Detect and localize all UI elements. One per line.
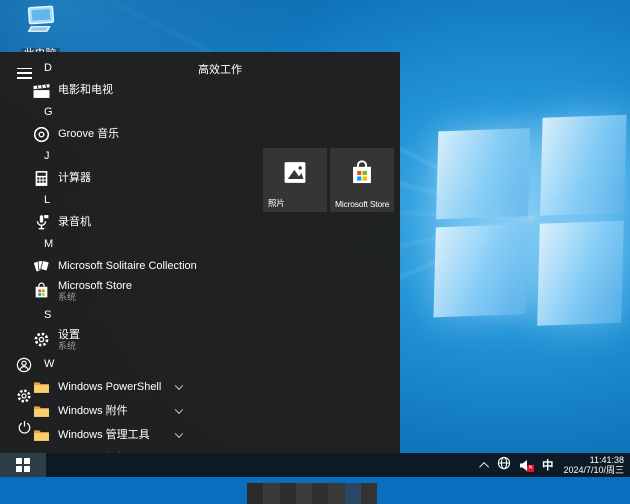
app-item-label: 录音机 <box>58 216 91 228</box>
app-item-label: Microsoft Solitaire Collection <box>58 260 197 272</box>
taskbar: ✕ 中 11:41:38 2024/7/10/周三 <box>0 453 630 477</box>
watermark-block <box>361 483 378 504</box>
volume-muted-icon: ✕ <box>519 458 534 472</box>
gear-icon <box>16 388 32 409</box>
user-account-button[interactable] <box>0 352 48 383</box>
app-item-label: Groove 音乐 <box>58 128 120 140</box>
power-icon <box>17 420 32 440</box>
mute-badge: ✕ <box>526 465 534 472</box>
ime-indicator[interactable]: 中 <box>542 453 554 477</box>
app-item-label: Windows 管理工具 <box>58 429 150 441</box>
computer-icon <box>21 5 59 43</box>
app-item-label: Windows PowerShell <box>58 381 162 393</box>
start-button[interactable] <box>0 453 46 477</box>
system-tray: ✕ 中 11:41:38 2024/7/10/周三 <box>479 453 630 477</box>
watermark-block <box>279 483 296 504</box>
tile-grid: 照片 Microsoft Store <box>263 148 394 212</box>
logo-pane <box>537 220 624 326</box>
clock-date: 2024/7/10/周三 <box>563 465 624 475</box>
watermark-block <box>312 483 329 504</box>
app-item-label: Microsoft Store <box>58 279 132 292</box>
app-item-sublabel: 系统 <box>58 291 77 302</box>
tile-group-header[interactable]: 高效工作 <box>198 61 242 77</box>
network-status-button[interactable] <box>497 453 511 477</box>
chevron-down-icon[interactable] <box>174 405 184 415</box>
chevron-up-icon <box>479 461 489 472</box>
logo-pane <box>436 128 531 220</box>
power-button[interactable] <box>0 414 48 445</box>
hamburger-icon <box>16 67 32 79</box>
tray-overflow-button[interactable] <box>479 453 489 477</box>
app-item-label: 计算器 <box>58 172 91 184</box>
tile-label: Microsoft Store <box>335 199 390 209</box>
start-nav-rail <box>0 52 48 453</box>
ime-label: 中 <box>541 460 554 472</box>
taskbar-clock[interactable]: 11:41:38 2024/7/10/周三 <box>561 455 626 476</box>
app-item-label: 电影和电视 <box>58 84 113 96</box>
app-item-label: Windows 附件 <box>58 405 128 417</box>
start-tile[interactable]: 照片 <box>263 148 327 212</box>
chevron-down-icon[interactable] <box>174 381 184 391</box>
windows-hero-logo <box>433 113 630 326</box>
expand-menu-button[interactable] <box>0 58 48 88</box>
photos-icon <box>282 159 308 190</box>
start-menu: D 电影和电视 G Groove 音乐 J 计算器 L 录音机 M Microsoft Solit… <box>0 52 400 504</box>
network-globe-icon <box>497 456 511 475</box>
settings-button[interactable] <box>0 383 48 414</box>
clock-time: 11:41:38 <box>589 454 624 465</box>
tile-label: 照片 <box>268 198 285 208</box>
volume-button[interactable]: ✕ <box>519 453 534 477</box>
user-icon <box>16 357 32 378</box>
watermark-block <box>295 483 313 504</box>
logo-pane <box>540 114 627 216</box>
chevron-down-icon[interactable] <box>174 429 184 439</box>
app-item-sublabel: 系统 <box>58 340 77 351</box>
watermark-block <box>247 483 264 504</box>
windows-logo-icon <box>15 457 31 473</box>
watermark-block <box>263 483 280 504</box>
store-icon <box>349 159 375 190</box>
app-item-label: 设置 <box>58 328 80 341</box>
watermark-block <box>344 483 362 504</box>
watermark-block <box>328 483 345 504</box>
logo-pane <box>433 224 528 318</box>
start-tile[interactable]: Microsoft Store <box>330 148 394 212</box>
censored-watermark <box>247 483 378 504</box>
